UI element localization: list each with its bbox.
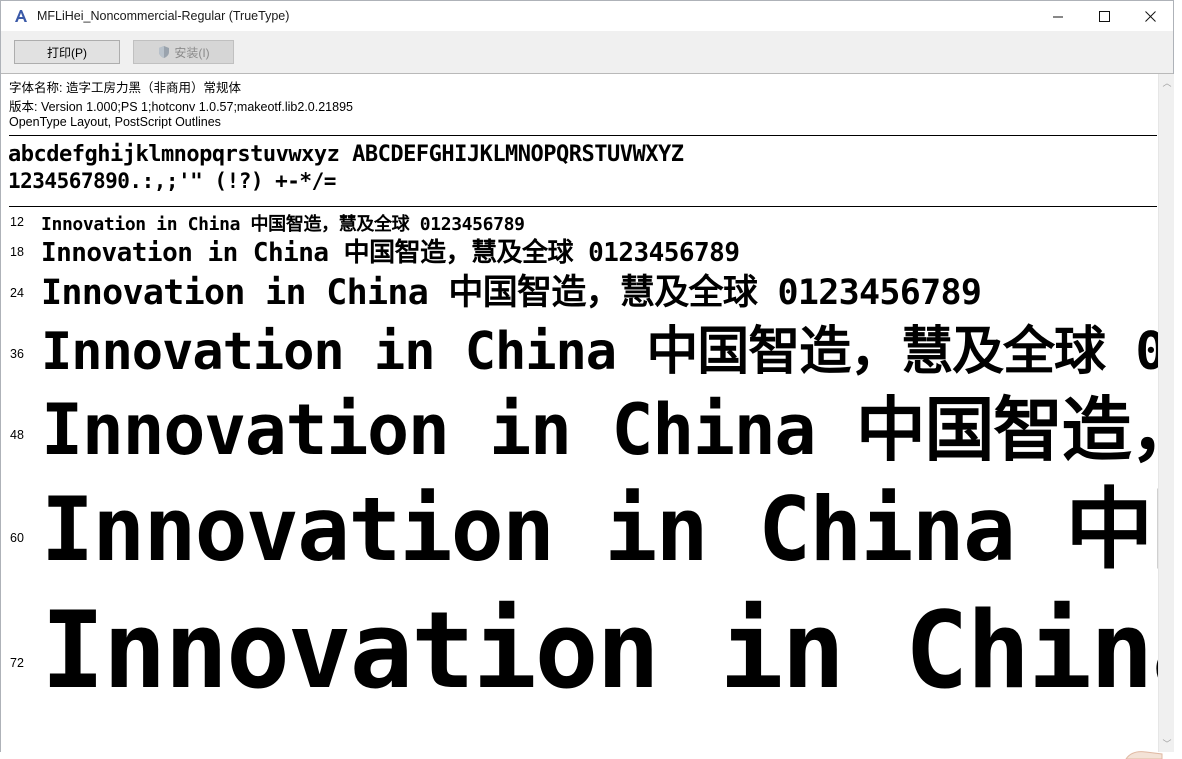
maximize-icon — [1098, 10, 1110, 22]
font-name-line: 字体名称: 造字工房力黑（非商用）常规体 — [9, 81, 241, 95]
sample-size-label: 12 — [10, 215, 24, 229]
chevron-up-icon: ︿ — [1162, 79, 1172, 89]
charset-digits-symbols: 1234567890.:,;'" (!?) +-*/= — [8, 169, 336, 193]
print-button[interactable]: 打印(P) — [14, 40, 120, 64]
install-button[interactable]: 安装(I) — [133, 40, 234, 64]
window-controls — [1035, 1, 1173, 31]
version-line: 版本: Version 1.000;PS 1;hotconv 1.0.57;ma… — [9, 100, 353, 114]
print-button-label: 打印(P) — [47, 45, 87, 60]
maximize-button[interactable] — [1081, 1, 1127, 31]
font-viewer-window: MFLiHei_Noncommercial-Regular (TrueType)… — [0, 0, 1174, 752]
title-bar[interactable]: MFLiHei_Noncommercial-Regular (TrueType) — [1, 1, 1173, 31]
minimize-button[interactable] — [1035, 1, 1081, 31]
sample-size-label: 24 — [10, 286, 24, 300]
uac-shield-icon — [159, 46, 170, 58]
sample-size-label: 48 — [10, 428, 24, 442]
divider — [9, 135, 1157, 136]
font-type-line: OpenType Layout, PostScript Outlines — [9, 115, 221, 129]
sample-text: Innovation in China 中国智造，慧及全球 0123456789 — [41, 322, 1158, 382]
close-button[interactable] — [1127, 1, 1173, 31]
close-icon — [1144, 10, 1156, 22]
divider — [9, 206, 1157, 207]
sample-size-label: 72 — [10, 656, 24, 670]
sample-size-label: 60 — [10, 531, 24, 545]
window-title: MFLiHei_Noncommercial-Regular (TrueType) — [37, 9, 290, 23]
sample-text: Innovation in China 中国智造，慧及全球 0123456789 — [41, 589, 1158, 712]
minimize-icon — [1052, 16, 1063, 17]
charset-letters: abcdefghijklmnopqrstuvwxyz ABCDEFGHIJKLM… — [8, 142, 684, 167]
sample-size-label: 36 — [10, 347, 24, 361]
font-file-icon — [13, 8, 29, 24]
sample-size-label: 18 — [10, 245, 24, 259]
scroll-up-button[interactable]: ︿ — [1159, 74, 1175, 91]
sample-text: Innovation in China 中国智造，慧及全球 0123456789 — [41, 273, 982, 313]
taskbar-thumbnail-fragment — [1125, 751, 1163, 759]
install-button-label: 安装(I) — [174, 45, 210, 60]
toolbar: 打印(P) 安装(I) — [1, 31, 1173, 74]
vertical-scrollbar[interactable]: ︿ ﹀ — [1158, 74, 1174, 752]
font-preview-area: 字体名称: 造字工房力黑（非商用）常规体 版本: Version 1.000;P… — [1, 74, 1158, 752]
